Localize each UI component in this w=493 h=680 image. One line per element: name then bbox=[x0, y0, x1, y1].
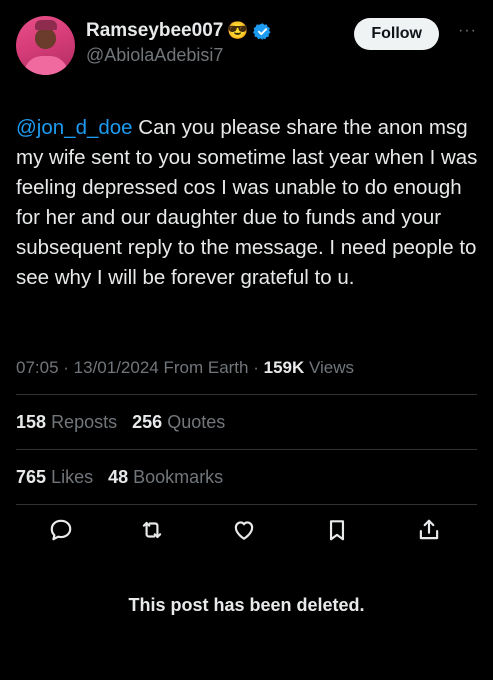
bookmark-icon[interactable] bbox=[324, 517, 352, 545]
likes-link[interactable]: 765 Likes bbox=[16, 467, 93, 487]
repost-icon[interactable] bbox=[139, 517, 167, 545]
quotes-label: Quotes bbox=[167, 412, 226, 432]
tweet-body: Can you please share the anon msg my wif… bbox=[16, 116, 478, 289]
divider bbox=[16, 504, 477, 505]
follow-button[interactable]: Follow bbox=[354, 18, 439, 50]
bookmarks-link[interactable]: 48 Bookmarks bbox=[108, 467, 223, 487]
avatar-shirt bbox=[24, 56, 68, 75]
tweet-header: Ramseybee007 😎 @AbiolaAdebisi7 Follow ··… bbox=[16, 16, 477, 76]
tweet-time[interactable]: 07:05 bbox=[16, 358, 59, 377]
mention-link[interactable]: @jon_d_doe bbox=[16, 116, 133, 139]
author-display-name[interactable]: Ramseybee007 bbox=[86, 20, 223, 42]
share-icon[interactable] bbox=[416, 517, 444, 545]
meta-separator: · bbox=[248, 358, 264, 377]
action-bar bbox=[0, 517, 493, 547]
author-display-name-row[interactable]: Ramseybee007 😎 bbox=[86, 20, 272, 42]
views-label: Views bbox=[304, 358, 355, 377]
likes-bookmarks-row: 765 Likes 48 Bookmarks bbox=[16, 467, 223, 488]
quotes-link[interactable]: 256 Quotes bbox=[132, 412, 225, 432]
divider bbox=[16, 449, 477, 450]
views-count: 159K bbox=[263, 358, 305, 377]
likes-label: Likes bbox=[51, 467, 94, 487]
tweet-text: @jon_d_doe Can you please share the anon… bbox=[16, 113, 486, 293]
deleted-post-message: This post has been deleted. bbox=[128, 595, 365, 615]
reply-icon[interactable] bbox=[48, 517, 76, 545]
sunglasses-emoji: 😎 bbox=[227, 21, 249, 40]
avatar-cap bbox=[35, 20, 57, 30]
author-handle[interactable]: @AbiolaAdebisi7 bbox=[86, 45, 272, 66]
author-names: Ramseybee007 😎 @AbiolaAdebisi7 bbox=[86, 20, 272, 66]
divider bbox=[16, 394, 477, 395]
reposts-count: 158 bbox=[16, 412, 47, 432]
bookmarks-label: Bookmarks bbox=[133, 467, 224, 487]
bookmarks-count: 48 bbox=[108, 467, 129, 487]
verified-badge-icon bbox=[252, 22, 272, 41]
likes-count: 765 bbox=[16, 467, 47, 487]
meta-separator: · bbox=[58, 358, 74, 377]
reposts-label: Reposts bbox=[51, 412, 118, 432]
tweet-meta: 07:05 · 13/01/2024 From Earth · 159K Vie… bbox=[16, 358, 354, 378]
reposts-quotes-row: 158 Reposts 256 Quotes bbox=[16, 412, 225, 433]
reposts-link[interactable]: 158 Reposts bbox=[16, 412, 117, 432]
like-icon[interactable] bbox=[231, 517, 259, 545]
quotes-count: 256 bbox=[132, 412, 163, 432]
avatar[interactable] bbox=[16, 16, 75, 75]
more-options-icon[interactable]: ··· bbox=[458, 22, 477, 40]
tweet-date[interactable]: 13/01/2024 bbox=[74, 358, 159, 377]
tweet-source: From Earth bbox=[158, 358, 249, 377]
